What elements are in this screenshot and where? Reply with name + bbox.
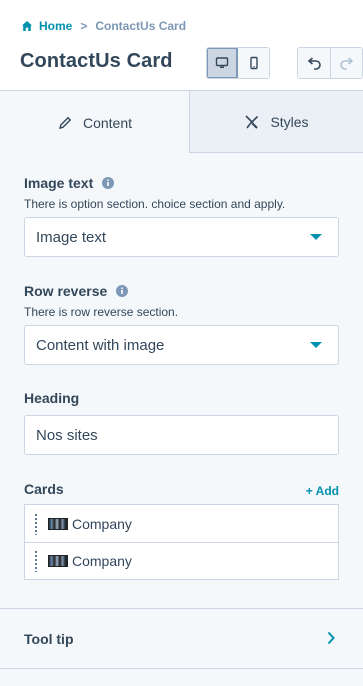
image-text-label: Image text — [24, 175, 94, 191]
tooltip-label: Tool tip — [24, 630, 74, 647]
breadcrumb: Home > ContactUs Card — [21, 18, 186, 34]
tab-styles[interactable]: Styles — [190, 91, 363, 152]
mobile-icon — [249, 56, 258, 70]
image-text-select[interactable]: Image text — [24, 217, 339, 257]
add-card-button[interactable]: + Add — [306, 484, 339, 498]
editor-tabs: Content Styles — [0, 90, 363, 154]
row-reverse-help: There is row reverse section. — [24, 305, 179, 319]
desktop-icon — [215, 57, 229, 68]
card-list-item[interactable]: Company — [25, 505, 338, 542]
content-panel: Image text There is option section. choi… — [0, 153, 363, 686]
brush-icon — [245, 114, 259, 129]
tab-content[interactable]: Content — [0, 91, 190, 154]
cards-label: Cards — [24, 481, 64, 497]
chevron-right-icon — [327, 631, 335, 645]
drag-handle-icon[interactable] — [34, 512, 38, 535]
row-reverse-field-label: Row reverse — [24, 283, 129, 299]
cards-list: Company Company — [24, 504, 339, 580]
info-icon[interactable] — [116, 285, 129, 297]
heading-input[interactable] — [24, 415, 339, 455]
drag-handle-icon[interactable] — [34, 550, 38, 572]
undo-button[interactable] — [298, 48, 330, 78]
section-divider — [0, 668, 363, 669]
history-controls — [297, 47, 363, 79]
page-title: ContactUs Card — [20, 50, 173, 72]
tab-content-label: Content — [82, 114, 133, 131]
image-text-selected-value: Image text — [36, 228, 107, 246]
card-thumbnail — [48, 517, 68, 530]
caret-down-icon — [310, 234, 322, 240]
undo-icon — [307, 57, 321, 70]
tooltip-section-toggle[interactable]: Tool tip — [0, 608, 363, 669]
image-text-help: There is option section. choice section … — [24, 197, 286, 211]
redo-icon — [339, 57, 353, 70]
info-icon[interactable] — [102, 177, 115, 189]
caret-down-icon — [310, 342, 322, 348]
row-reverse-select[interactable]: Content with image — [24, 325, 339, 365]
row-reverse-label: Row reverse — [24, 283, 108, 299]
breadcrumb-separator: > — [80, 19, 88, 33]
card-label: Company — [72, 553, 132, 569]
heading-label: Heading — [24, 390, 80, 406]
card-list-item[interactable]: Company — [25, 542, 338, 579]
desktop-preview-button[interactable] — [207, 48, 238, 78]
card-label: Company — [72, 515, 132, 532]
image-text-field-label: Image text — [24, 175, 115, 191]
breadcrumb-current: ContactUs Card — [95, 19, 187, 33]
row-reverse-selected-value: Content with image — [36, 336, 165, 354]
tab-styles-label: Styles — [270, 113, 309, 130]
editor-header: Home > ContactUs Card ContactUs Card — [0, 0, 363, 91]
device-preview-toggle — [206, 47, 270, 79]
pencil-icon — [58, 116, 72, 129]
home-icon — [22, 21, 32, 31]
card-thumbnail — [48, 555, 68, 567]
breadcrumb-home-link[interactable]: Home — [39, 19, 72, 33]
redo-button[interactable] — [330, 48, 362, 78]
mobile-preview-button[interactable] — [238, 48, 269, 78]
